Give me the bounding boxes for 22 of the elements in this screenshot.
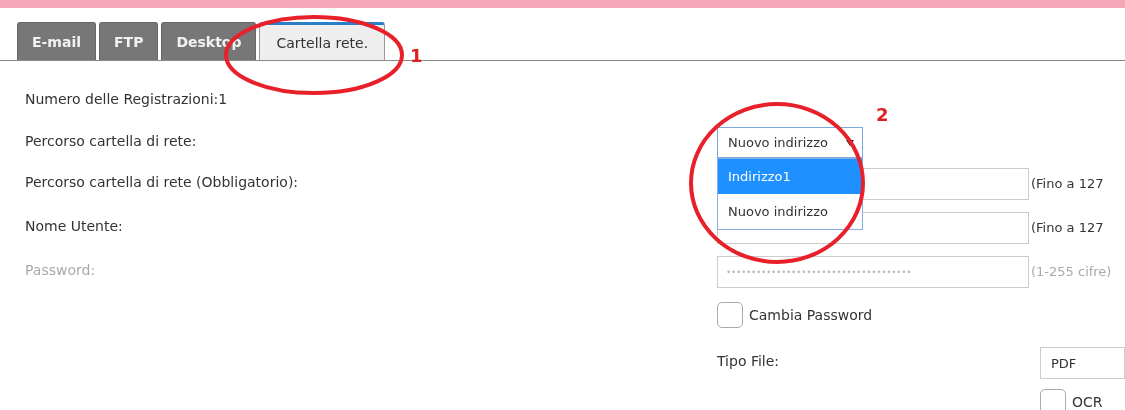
annotation-number: 2 [876, 104, 889, 125]
field-hint: (Fino a 127 [1030, 175, 1105, 191]
dropdown-option[interactable]: Nuovo indirizzo [718, 194, 862, 229]
checkbox-label: OCR [1072, 394, 1103, 410]
field-label: Percorso cartella di rete: [25, 132, 198, 149]
field-label: Tipo File: [717, 352, 781, 369]
checkbox[interactable] [717, 302, 743, 328]
tab[interactable]: Cartella rete. [259, 22, 386, 60]
field-label: Percorso cartella di rete (Obbligatorio): [25, 173, 300, 190]
field-label: Nome Utente: [25, 217, 124, 234]
annotation-number: 1 [410, 45, 423, 66]
dropdown-option[interactable]: Indirizzo1 [718, 159, 862, 194]
tab[interactable]: FTP [99, 22, 159, 60]
field-hint: (Fino a 127 [1030, 219, 1105, 235]
tab[interactable]: E-mail [17, 22, 96, 60]
checkbox-label: Cambia Password [749, 307, 873, 323]
checkbox[interactable] [1040, 389, 1066, 410]
field-label: Password: [25, 261, 97, 278]
registration-count: Numero delle Registrazioni:1 [25, 90, 229, 107]
file-type-select[interactable]: PDF [1040, 347, 1125, 379]
address-select[interactable]: Nuovo indirizzo [717, 127, 863, 158]
field-hint: (1-255 cifre) [1030, 263, 1113, 279]
